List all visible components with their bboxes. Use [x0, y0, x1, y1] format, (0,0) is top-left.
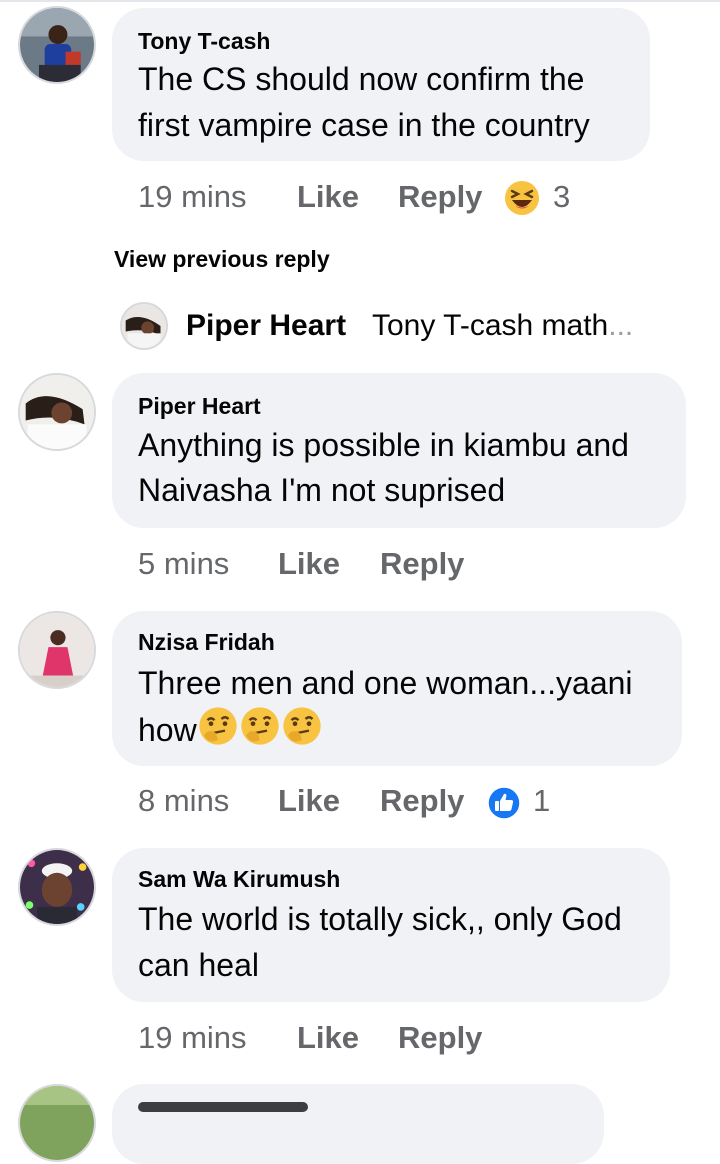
comment-bubble: Piper Heart Anything is possible in kiam…: [112, 373, 686, 528]
comment-author[interactable]: Tony T-cash: [138, 28, 271, 55]
reply-button[interactable]: Reply: [380, 546, 464, 582]
comment-bubble: Sam Wa Kirumush The world is totally sic…: [112, 848, 670, 1002]
reply-preview-avatar[interactable]: [120, 302, 168, 350]
reply-button[interactable]: Reply: [380, 783, 464, 819]
avatar-image: [20, 850, 94, 924]
comment-text-line: The CS should now confirm the: [138, 61, 585, 97]
like-button[interactable]: Like: [297, 179, 359, 215]
avatar-image: [20, 375, 94, 449]
laughing-emoji-icon[interactable]: [504, 180, 540, 216]
reply-button[interactable]: Reply: [398, 1020, 482, 1056]
reply-button[interactable]: Reply: [398, 179, 482, 215]
reaction-count[interactable]: 1: [533, 783, 550, 819]
avatar-image: [20, 1086, 94, 1160]
avatar-sam[interactable]: [18, 848, 96, 926]
avatar-tony[interactable]: [18, 6, 96, 84]
thinking-face-icon: [281, 705, 323, 759]
comment-author[interactable]: Sam Wa Kirumush: [138, 866, 340, 893]
comment-time[interactable]: 5 mins: [138, 546, 229, 582]
comment-time[interactable]: 19 mins: [138, 1020, 247, 1056]
avatar-image: [20, 613, 94, 687]
avatar-image: [122, 304, 166, 348]
comment-text-fragment: how: [138, 712, 197, 748]
top-divider: [0, 0, 720, 2]
avatar-piper[interactable]: [18, 373, 96, 451]
comment-text-line: Naivasha I'm not suprised: [138, 472, 506, 508]
comment-text-line: can heal: [138, 947, 259, 983]
reply-preview-snippet: Tony T-cash math: [372, 309, 609, 342]
comment-time[interactable]: 19 mins: [138, 179, 247, 215]
comment-bubble: Nzisa Fridah Three men and one woman...y…: [112, 611, 682, 766]
comment-text-line: Three men and one woman...yaani: [138, 665, 633, 701]
comment-text-line: The world is totally sick,, only God: [138, 901, 622, 937]
comment-text-line: Anything is possible in kiambu and: [138, 427, 629, 463]
like-thumb-icon[interactable]: [487, 786, 521, 820]
avatar-nzisa[interactable]: [18, 611, 96, 689]
comment-author[interactable]: Nzisa Fridah: [138, 629, 275, 656]
thinking-face-icon: [197, 705, 239, 759]
comment-author[interactable]: Piper Heart: [138, 393, 261, 420]
reply-preview-ellipsis: ...: [608, 309, 634, 342]
like-button[interactable]: Like: [278, 783, 340, 819]
comment-bubble-partial: [112, 1084, 604, 1164]
comment-text-line-with-emoji: how: [138, 705, 323, 759]
reply-preview-text[interactable]: Tony T-cash math...: [372, 309, 633, 343]
comment-time[interactable]: 8 mins: [138, 783, 229, 819]
comment-bubble: Tony T-cash The CS should now confirm th…: [112, 8, 650, 161]
like-button[interactable]: Like: [278, 546, 340, 582]
view-previous-reply-link[interactable]: View previous reply: [114, 246, 330, 273]
avatar-image: [20, 8, 94, 82]
truncated-author-placeholder: [138, 1102, 308, 1112]
comment-text-line: first vampire case in the country: [138, 107, 590, 143]
avatar-next-comment[interactable]: [18, 1084, 96, 1162]
reply-preview-author[interactable]: Piper Heart: [186, 309, 346, 343]
thinking-face-icon: [239, 705, 281, 759]
reaction-count[interactable]: 3: [553, 179, 570, 215]
like-button[interactable]: Like: [297, 1020, 359, 1056]
